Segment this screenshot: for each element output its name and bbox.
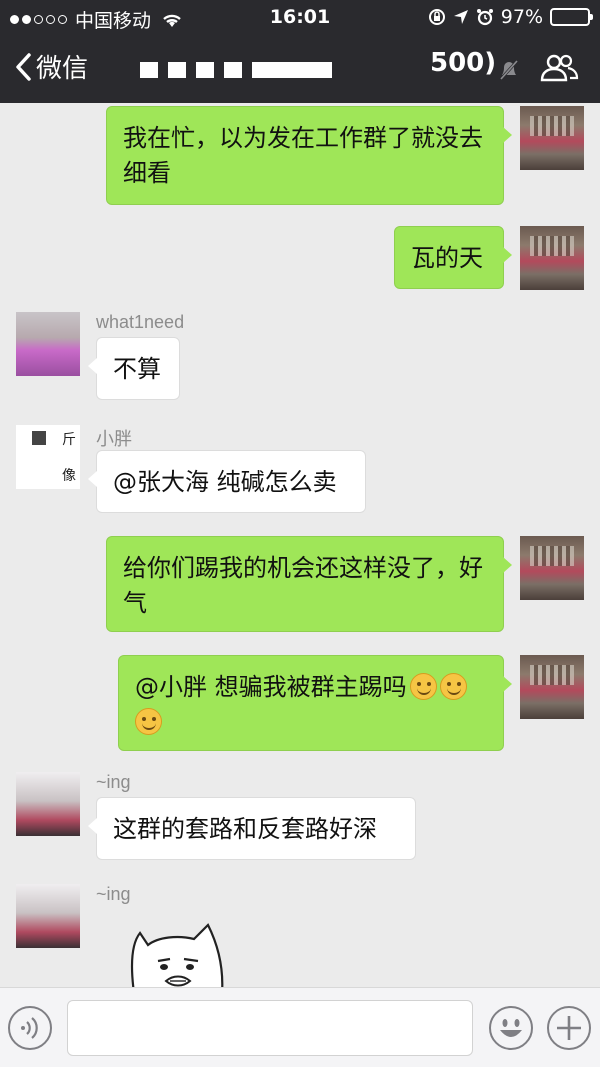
sender-name: what1need <box>96 312 185 332</box>
message-bubble-self[interactable]: 我在忙，以为发在工作群了就没去细看 <box>106 106 512 205</box>
cat-face-sticker-icon[interactable] <box>128 923 228 987</box>
emoji-button[interactable] <box>489 1006 533 1050</box>
chat-area[interactable]: 我在忙，以为发在工作群了就没去细看 瓦的天 what1need 不算 斤 像 小… <box>0 103 600 987</box>
smile-emoji-icon <box>135 708 162 735</box>
battery-icon <box>550 8 593 26</box>
plus-icon <box>557 1016 581 1040</box>
self-avatar[interactable] <box>520 226 584 290</box>
top-bar: 中国移动 16:01 97% 微信 500) <box>0 0 600 103</box>
sender-avatar[interactable] <box>16 884 80 948</box>
location-arrow-icon <box>453 10 468 24</box>
sender-avatar[interactable]: 斤 像 <box>16 425 80 489</box>
status-bar: 中国移动 16:01 97% <box>0 0 600 34</box>
battery-percent: 97% <box>500 6 543 28</box>
message-bubble-other[interactable]: 不算 <box>88 337 180 400</box>
self-avatar[interactable] <box>520 655 584 719</box>
message-text: 给你们踢我的机会还这样没了，好气 <box>123 554 483 617</box>
group-members-icon[interactable] <box>540 52 580 84</box>
message-bubble-self[interactable]: @小胖 想骗我被群主踢吗 <box>118 655 512 751</box>
message-text: 这群的套路和反套路好深 <box>113 815 377 843</box>
nav-bar: 微信 500) <box>0 34 600 103</box>
message-text: @小胖 想骗我被群主踢吗 <box>135 673 407 701</box>
sender-avatar[interactable] <box>16 312 80 376</box>
message-bubble-self[interactable]: 给你们踢我的机会还这样没了，好气 <box>106 536 512 632</box>
message-bubble-other[interactable]: @张大海 纯碱怎么卖 <box>88 450 366 513</box>
message-bubble-other[interactable]: 这群的套路和反套路好深 <box>88 797 416 860</box>
back-chevron-icon <box>16 52 31 81</box>
avatar-text: 像 <box>62 468 76 484</box>
voice-button[interactable] <box>8 1006 52 1050</box>
emoji-icon <box>500 1019 522 1037</box>
avatar-text: 斤 <box>62 432 76 448</box>
self-avatar[interactable] <box>520 536 584 600</box>
rotation-lock-icon <box>428 9 445 25</box>
status-right: 97% <box>428 6 593 28</box>
more-button[interactable] <box>547 1006 591 1050</box>
alarm-icon <box>476 9 493 26</box>
message-bubble-self[interactable]: 瓦的天 <box>394 226 512 289</box>
message-text: 我在忙，以为发在工作群了就没去细看 <box>123 124 483 187</box>
self-avatar[interactable] <box>520 106 584 170</box>
message-input[interactable] <box>67 1000 473 1056</box>
message-text: @张大海 纯碱怎么卖 <box>113 468 337 496</box>
sender-name: ~ing <box>96 772 131 792</box>
sender-avatar[interactable] <box>16 772 80 836</box>
member-count: 500) <box>430 48 497 78</box>
input-bar <box>0 987 600 1067</box>
mute-bell-icon <box>498 58 520 82</box>
sender-name: ~ing <box>96 884 131 904</box>
back-button[interactable]: 微信 <box>14 48 88 85</box>
smile-emoji-icon <box>439 673 467 700</box>
back-label: 微信 <box>36 54 89 84</box>
message-text: 不算 <box>113 355 161 383</box>
sender-name: 小胖 <box>96 429 132 449</box>
message-text: 瓦的天 <box>411 244 483 272</box>
group-title-redacted <box>140 62 332 78</box>
voice-icon <box>21 1017 38 1039</box>
smile-emoji-icon <box>409 673 437 700</box>
